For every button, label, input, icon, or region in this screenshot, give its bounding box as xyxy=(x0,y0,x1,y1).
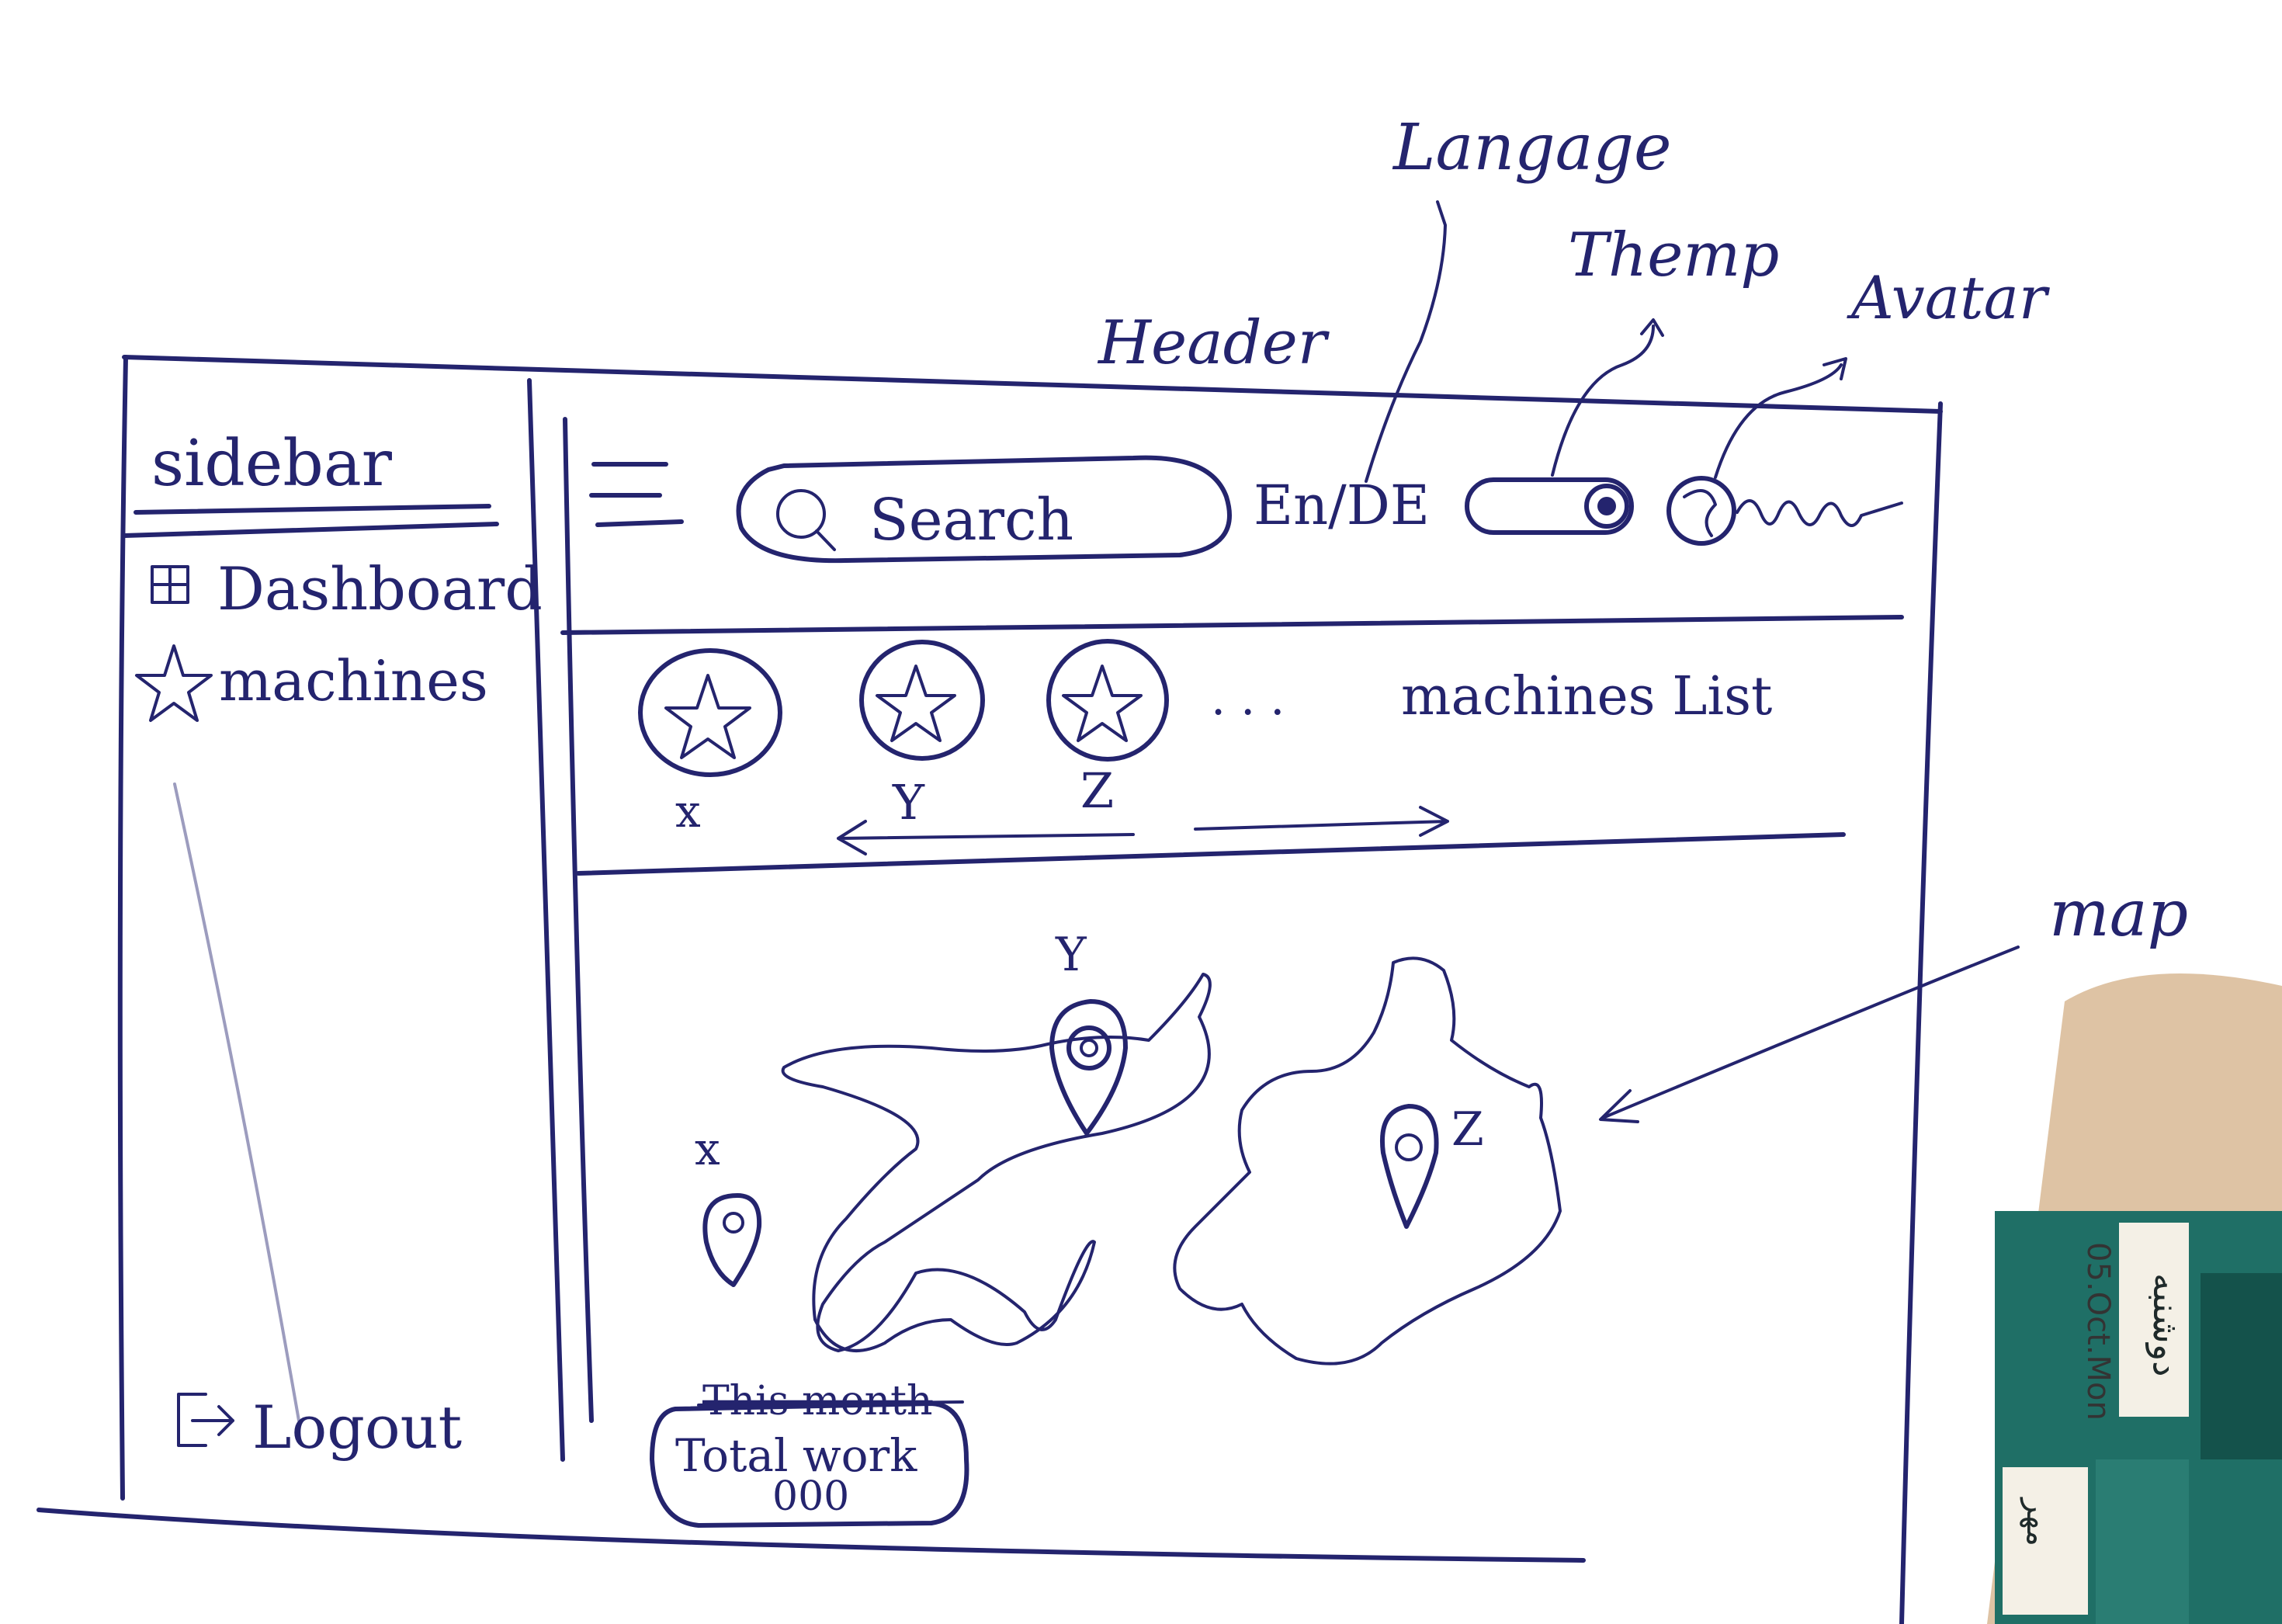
theme-annotation: Themp xyxy=(1568,220,1779,290)
machine-label: Y xyxy=(892,774,925,831)
machine-card-y[interactable]: Y xyxy=(859,640,985,831)
map-pin-icon xyxy=(1049,999,1128,1136)
language-annotation: Langage xyxy=(1392,111,1672,185)
search-placeholder: Search xyxy=(869,487,1073,553)
logout-label: Logout xyxy=(252,1393,462,1462)
map-marker-x[interactable]: x xyxy=(695,1123,762,1287)
theme-toggle-icon xyxy=(1465,477,1634,535)
star-icon xyxy=(1062,665,1143,742)
calendar-month-text: مهر xyxy=(2020,1497,2055,1546)
sidebar-annotation: sidebar xyxy=(151,427,393,501)
logout-icon xyxy=(177,1393,234,1447)
search-input[interactable]: Search xyxy=(736,455,1232,564)
machine-label: Z xyxy=(1080,762,1114,819)
total-work-card: This month Total work 000 xyxy=(650,1378,969,1528)
map-marker-label: Z xyxy=(1451,1102,1484,1157)
sidebar-item-label: machines xyxy=(219,648,488,713)
star-icon xyxy=(135,644,213,722)
machines-list-title: machines List xyxy=(1401,666,1772,727)
hamburger-icon xyxy=(589,462,684,527)
scroll-left-arrow[interactable] xyxy=(837,820,1135,855)
sidebar-item-machines[interactable]: machines xyxy=(135,644,488,722)
map-pin-icon xyxy=(702,1193,762,1287)
machine-card-x[interactable]: x xyxy=(638,648,782,838)
map-marker-label: x xyxy=(695,1123,720,1175)
language-switcher[interactable]: En/DE xyxy=(1254,474,1430,537)
grid-icon xyxy=(151,565,189,604)
scroll-right-arrow[interactable] xyxy=(1194,806,1449,837)
logout-button[interactable]: Logout xyxy=(177,1393,462,1462)
header: Header Search En/DE Langage Themp Avatar xyxy=(560,111,2051,635)
calendar-weekday-text: دوشنبه xyxy=(2145,1273,2187,1377)
search-icon xyxy=(776,489,836,551)
map[interactable]: map x Y Z xyxy=(695,877,2188,1365)
map-marker-z[interactable]: Z xyxy=(1380,1102,1484,1229)
map-pin-icon xyxy=(1380,1104,1439,1229)
sidebar-item-dashboard[interactable]: Dashboard xyxy=(151,554,543,623)
map-annotation: map xyxy=(2049,877,2188,951)
calendar-date-text: 05.Oct.Mon xyxy=(2080,1242,2116,1421)
avatar-button[interactable] xyxy=(1666,476,1903,546)
map-marker-y[interactable]: Y xyxy=(1049,928,1128,1136)
total-work-value: 000 xyxy=(772,1473,849,1520)
hamburger-menu-button[interactable] xyxy=(589,462,684,527)
sidebar: sidebar Dashboard machines Logout xyxy=(122,378,565,1462)
avatar-icon xyxy=(1666,476,1736,546)
map-marker-label: Y xyxy=(1055,928,1087,982)
machines-list: x Y Z . . . machines List xyxy=(576,639,1846,876)
machines-ellipsis: . . . xyxy=(1211,671,1285,726)
star-icon xyxy=(876,665,956,742)
sidebar-item-label: Dashboard xyxy=(217,554,543,623)
machine-card-z[interactable]: Z xyxy=(1046,639,1169,819)
header-annotation: Header xyxy=(1097,308,1330,378)
avatar-annotation: Avatar xyxy=(1847,263,2051,332)
machine-label: x xyxy=(675,785,701,838)
language-label: En/DE xyxy=(1254,474,1430,537)
calendar-note: دوشنبه 05.Oct.Mon مهر xyxy=(1987,973,2282,1624)
star-icon xyxy=(664,674,751,759)
theme-toggle[interactable] xyxy=(1465,477,1634,535)
